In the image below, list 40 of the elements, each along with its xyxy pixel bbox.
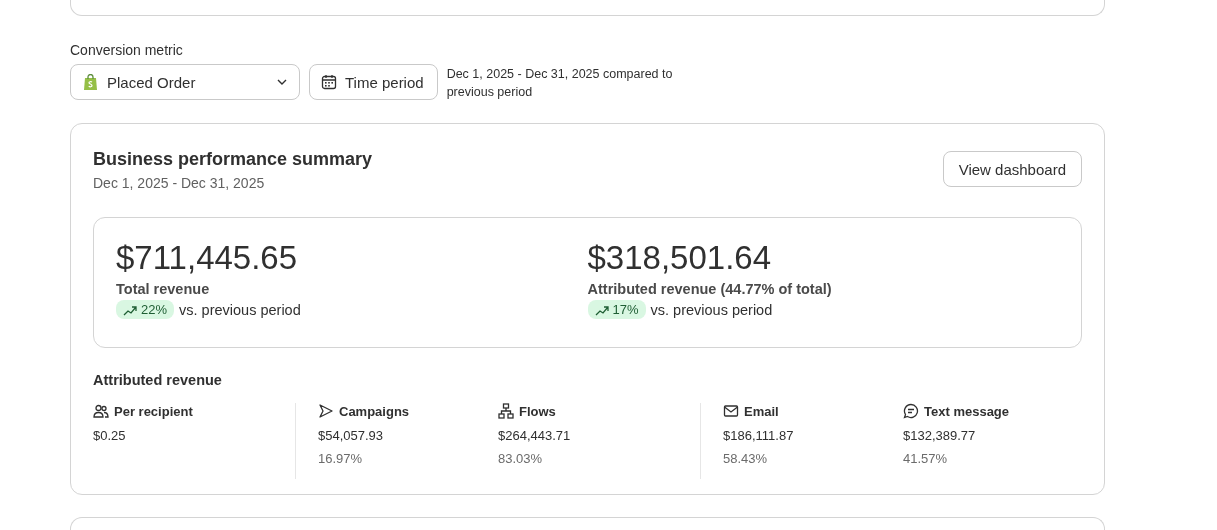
metric-share: 41.57%	[903, 451, 949, 466]
calendar-icon	[321, 74, 337, 90]
comparison-label: vs. previous period	[650, 301, 773, 318]
hierarchy-icon	[498, 403, 514, 419]
comparison-note: Dec 1, 2025 - Dec 31, 2025 compared to previous period	[446, 66, 674, 101]
revenue-amount: $711,445.65	[116, 238, 299, 278]
metric-label: Email	[744, 403, 779, 419]
metric-label: Campaigns	[339, 403, 410, 419]
trend-up-icon	[123, 303, 137, 316]
metric-share: 58.43%	[723, 451, 769, 466]
revenue-label: Attributed revenue (44.77% of total)	[587, 281, 833, 297]
trend-up-icon	[594, 303, 609, 316]
chat-icon	[903, 403, 919, 419]
metric-share: 83.03%	[498, 451, 544, 466]
metric-value: $186,111.87	[723, 428, 795, 443]
revenue-label: Total revenue	[116, 281, 211, 297]
field-label: Conversion metric	[70, 42, 184, 58]
metric-value: $54,057.93	[318, 428, 385, 443]
metric-value: $264,443.71	[498, 428, 572, 443]
envelope-icon	[723, 403, 739, 419]
change-value: 22%	[141, 302, 168, 317]
revenue-amount: $318,501.64	[587, 238, 772, 278]
view-dashboard-button[interactable]: View dashboard	[942, 151, 1082, 187]
people-icon	[93, 403, 109, 419]
metric-share: 16.97%	[318, 451, 364, 466]
change-value: 17%	[612, 302, 639, 317]
metric-value: $132,389.77	[903, 428, 977, 443]
metric-label: Text message	[924, 403, 1010, 419]
comparison-label: vs. previous period	[179, 301, 301, 318]
metric-label: Flows	[519, 403, 556, 419]
section-title: Attributed revenue	[93, 372, 223, 388]
send-icon	[318, 403, 334, 419]
metric-value: $0.25	[93, 428, 127, 443]
metric-label: Per recipient	[114, 403, 193, 419]
date-range: Dec 1, 2025 - Dec 31, 2025	[93, 175, 266, 191]
metric-select[interactable]: Placed Order	[70, 64, 300, 100]
shopping-bag-icon	[83, 73, 98, 91]
chevron-down-icon	[277, 79, 287, 85]
card-title: Business performance summary	[93, 149, 373, 170]
time-period-button[interactable]: Time period	[309, 64, 438, 100]
